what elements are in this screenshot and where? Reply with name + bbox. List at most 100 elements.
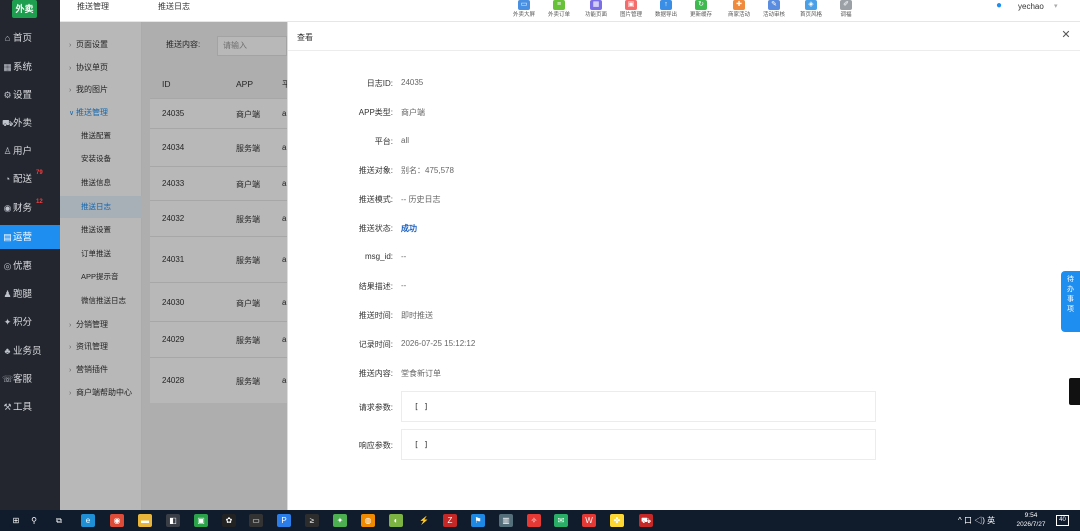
field-value: -- 历史日志: [401, 195, 441, 204]
sidebar-item-label: 跑腿: [13, 289, 33, 300]
cmd-icon[interactable]: ▭: [249, 514, 263, 527]
field-label: 推送对象:: [358, 166, 393, 175]
style-icon: ◈: [805, 0, 817, 10]
clock-time: 9:54: [1024, 512, 1038, 519]
breadcrumb-page[interactable]: 推送日志: [158, 0, 190, 14]
toolbar-pages-button[interactable]: ▦ 功能页面: [579, 0, 613, 22]
cart-icon: ⛟: [2, 118, 14, 128]
start-icon[interactable]: ⊞: [9, 514, 23, 527]
toolbar-image-button[interactable]: ▣ 图片管理: [614, 0, 648, 22]
toolbar-label: 外卖订单: [547, 12, 570, 18]
sidebar-badge: 12: [36, 199, 43, 205]
sidebar-item-13[interactable]: ⚒工具: [0, 395, 60, 419]
image-icon: ▣: [625, 0, 637, 10]
sidebar-item-6[interactable]: ◉ 财务 12: [0, 196, 60, 220]
app-logo[interactable]: 外卖: [12, 0, 37, 18]
toolbar-audit-button[interactable]: ✎ 活动审核: [757, 0, 791, 22]
wechat-icon[interactable]: ✉: [554, 514, 568, 527]
paw-icon[interactable]: ✤: [610, 514, 624, 527]
response-params-value: [ ]: [414, 440, 429, 449]
orange-icon[interactable]: ◍: [361, 514, 375, 527]
sidebar-item-8[interactable]: ◎ 优惠: [0, 254, 60, 278]
app1-icon[interactable]: ◧: [166, 514, 180, 527]
toolbar-label: 功能页面: [584, 12, 607, 18]
sidebar-item-11[interactable]: ♣ 业务员: [0, 339, 60, 363]
clock[interactable]: 9:54 2026/7/27: [1011, 511, 1051, 529]
field-value: --: [401, 252, 407, 261]
field-label: 结果描述:: [358, 282, 393, 291]
edge-icon[interactable]: e: [81, 514, 95, 527]
sidebar-item-label: 业务员: [13, 346, 42, 357]
field-label: 推送状态:: [358, 224, 393, 233]
pages-icon: ▦: [590, 0, 602, 10]
close-icon[interactable]: ✕: [1060, 29, 1072, 41]
user-menu-caret-icon[interactable]: ▾: [1054, 0, 1058, 14]
toolbar-screen-button[interactable]: ▭ 外卖大屏: [507, 0, 541, 22]
operation-icon: ▤: [3, 232, 12, 242]
user-name[interactable]: yechao: [1018, 0, 1044, 14]
sidebar-item-label: 工具: [13, 402, 33, 413]
field-label: 推送模式:: [358, 195, 393, 204]
user-avatar-icon[interactable]: ●: [992, 0, 1006, 14]
top-header: 推送管理 推送日志 ▭ 外卖大屏 ≡ 外卖订单 ▦ 功能页面 ▣ 图片管理 ↑ 数据导出 ↻ 更新缓存…: [60, 0, 1080, 22]
frog-icon[interactable]: ✦: [333, 514, 347, 527]
sidebar-item-12[interactable]: ☏客服: [0, 367, 60, 391]
toolbar-order-button[interactable]: ≡ 外卖订单: [542, 0, 576, 22]
field-value: 堂食新订单: [401, 369, 441, 378]
field-label: APP类型:: [358, 108, 393, 117]
toolbar-label: 活动审核: [762, 12, 785, 18]
runner-icon: ♟: [3, 289, 12, 299]
taskview-icon[interactable]: ⧉: [52, 514, 66, 527]
bolt-icon[interactable]: ⚡: [417, 514, 431, 527]
sidebar-item-1[interactable]: ▦系统: [0, 55, 60, 79]
system-tray[interactable]: ^ 口 ◁) 英: [958, 515, 995, 526]
search-icon[interactable]: ⚲: [27, 514, 41, 527]
doc-icon[interactable]: ▥: [499, 514, 513, 527]
sidebar-item-7[interactable]: ▤运营: [0, 225, 60, 249]
toolbar-style-button[interactable]: ◈ 首页风格: [794, 0, 828, 22]
notification-icon[interactable]: 40: [1056, 515, 1069, 526]
p-icon[interactable]: P: [277, 514, 291, 527]
chrome-icon[interactable]: ◉: [110, 514, 124, 527]
refresh-icon: ↻: [695, 0, 707, 10]
bird-icon[interactable]: ✧: [527, 514, 541, 527]
sidebar-item-4[interactable]: ♙用户: [0, 139, 60, 163]
toolbar-label: 数据导出: [654, 12, 677, 18]
field-label: 推送时间:: [358, 311, 393, 320]
bookmark-icon[interactable]: ⚑: [471, 514, 485, 527]
chatgpt-icon[interactable]: ✿: [222, 514, 236, 527]
breadcrumb-section[interactable]: 推送管理: [77, 0, 109, 14]
side-float-handle[interactable]: [1069, 378, 1080, 405]
shell-icon[interactable]: ≥: [305, 514, 319, 527]
green-icon[interactable]: ◐: [389, 514, 403, 527]
filezilla-icon[interactable]: Z: [443, 514, 457, 527]
car-icon[interactable]: ⛟: [639, 514, 653, 527]
sidebar-item-0[interactable]: ⌂ 首页: [0, 26, 60, 50]
toolbar-edit-button[interactable]: ✐ 调福: [829, 0, 863, 22]
order-icon: ≡: [553, 0, 565, 10]
todo-float-tab[interactable]: 待办事项: [1061, 271, 1080, 332]
toolbar-gift-button[interactable]: ✚ 商家活动: [722, 0, 756, 22]
sidebar-item-label: 财务: [13, 203, 33, 214]
gift-icon: ✚: [733, 0, 745, 10]
modal-backdrop[interactable]: [60, 22, 287, 510]
field-label: 推送内容:: [358, 369, 393, 378]
sidebar-item-label: 运营: [13, 232, 33, 243]
tools-icon: ⚒: [3, 402, 12, 412]
field-label: 记录时间:: [358, 340, 393, 349]
terminal-icon[interactable]: ▣: [194, 514, 208, 527]
sidebar-item-5[interactable]: ◔ 配送 79: [0, 167, 60, 191]
explorer-icon[interactable]: ▬: [138, 514, 152, 527]
toolbar-label: 调福: [840, 12, 852, 18]
toolbar-label: 商家活动: [727, 12, 750, 18]
sidebar-item-label: 首页: [13, 33, 33, 44]
toolbar-export-button[interactable]: ↑ 数据导出: [649, 0, 683, 22]
drawer-header: 查看 ✕: [288, 22, 1080, 51]
wps-icon[interactable]: W: [582, 514, 596, 527]
sidebar-item-3[interactable]: ⛟外卖: [0, 111, 60, 135]
toolbar-refresh-button[interactable]: ↻ 更新缓存: [684, 0, 718, 22]
sidebar-item-2[interactable]: ⚙设置: [0, 83, 60, 107]
sidebar-item-10[interactable]: ✦ 积分: [0, 310, 60, 334]
sidebar-item-9[interactable]: ♟跑腿: [0, 282, 60, 306]
screen-icon: ▭: [518, 0, 530, 10]
